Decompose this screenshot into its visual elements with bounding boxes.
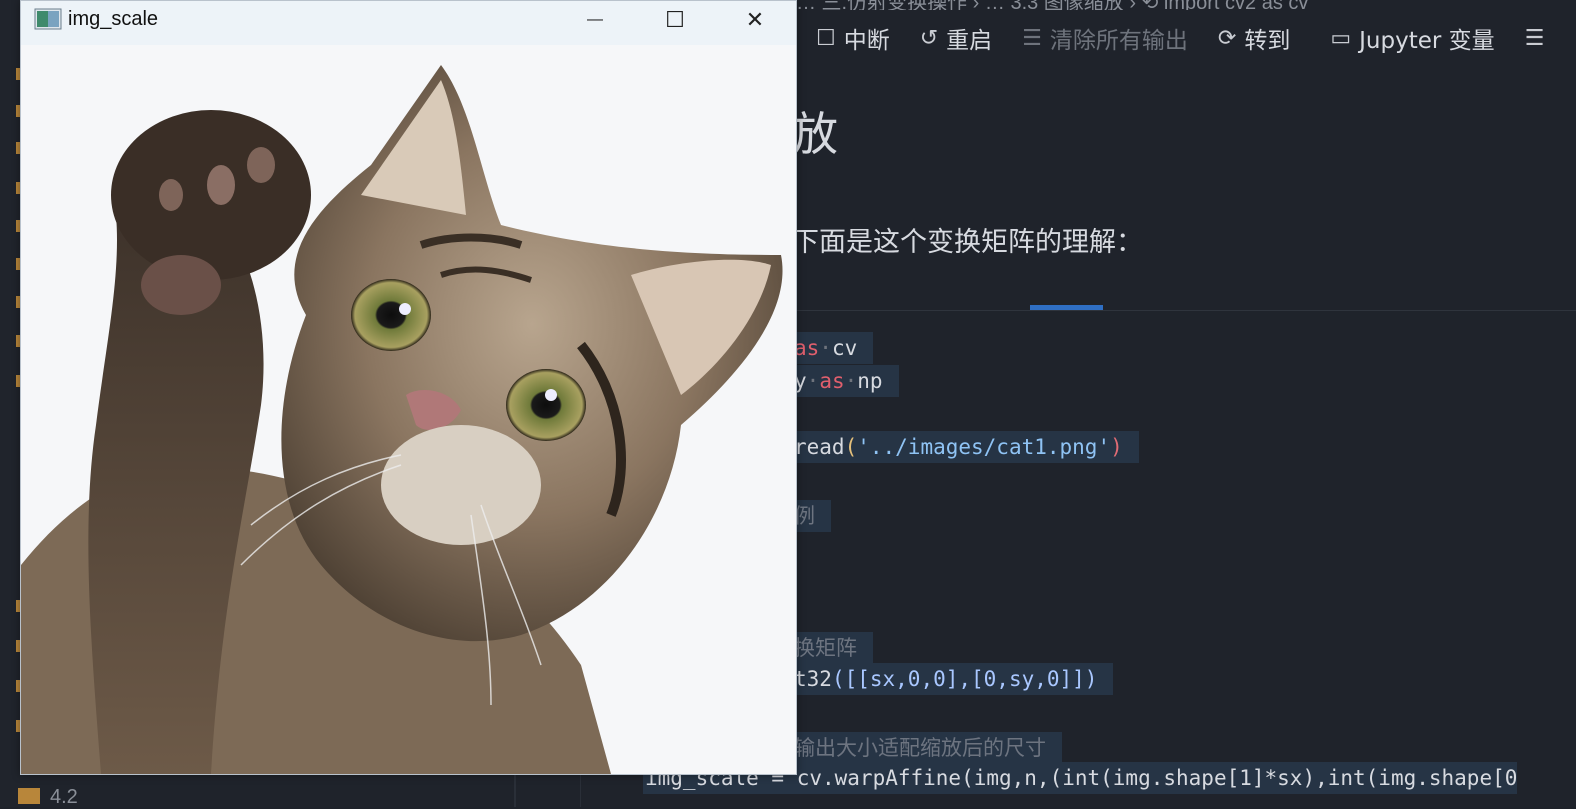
interrupt-label: 中断 — [843, 28, 890, 54]
code-text: read — [794, 435, 845, 459]
code-line[interactable]: as·cv — [792, 332, 874, 364]
code-line[interactable]: y·as·np — [792, 365, 899, 397]
goto-label: 转到 — [1244, 28, 1291, 54]
goto-icon: ⟳ — [1217, 25, 1237, 51]
outline-button[interactable]: ☰ — [1525, 26, 1553, 51]
maximize-icon: ☐ — [665, 7, 685, 32]
cell-focus-indicator — [1030, 305, 1103, 310]
close-button[interactable]: ✕ — [715, 1, 795, 39]
code-line[interactable]: read('../images/cat1.png') — [792, 431, 1139, 463]
breadcrumb[interactable]: … 三.仿射变换操作 › … 3.3 图像缩放 › ⟲ import cv2 a… — [796, 0, 1576, 10]
restart-label: 重启 — [946, 28, 993, 54]
image-display — [21, 45, 796, 774]
goto-button[interactable]: ⟳ 转到 — [1218, 21, 1290, 55]
code-text: ([[sx,0,0],[0,sy,0]]) — [831, 667, 1098, 691]
code-keyword: as — [794, 336, 820, 360]
notebook-toolbar: ☐ 中断 ↺ 重启 ☰ 清除所有输出 ⟳ 转到 ▭ Jupyter 变量 ☰ — [796, 15, 1576, 61]
jupyter-variables-label: Jupyter 变量 — [1359, 28, 1495, 54]
code-comment: 换矩阵 — [792, 632, 873, 664]
code-text: t32 — [794, 667, 832, 691]
variables-icon: ▭ — [1330, 25, 1352, 51]
code-keyword: as — [819, 369, 845, 393]
outline-icon: ☰ — [1524, 25, 1545, 51]
clear-icon: ☰ — [1022, 25, 1042, 51]
explorer-item-label[interactable]: 4.2 — [50, 786, 78, 809]
code-line[interactable]: t32([[sx,0,0],[0,sy,0]]) — [792, 663, 1114, 695]
minimize-icon: — — [587, 11, 603, 28]
code-line[interactable]: 输出大小适配缩放后的尺寸 — [792, 732, 1062, 764]
restart-icon: ↺ — [919, 25, 939, 51]
window-title: img_scale — [68, 8, 159, 30]
jupyter-variables-button[interactable]: ▭ Jupyter 变量 — [1330, 21, 1494, 55]
window-titlebar[interactable]: img_scale — ☐ ✕ — [21, 1, 796, 45]
code-text: np — [857, 369, 883, 393]
code-line[interactable]: 例 — [792, 500, 831, 532]
markdown-heading: 放 — [792, 107, 838, 161]
clear-outputs-button[interactable]: ☰ 清除所有输出 — [1022, 21, 1188, 55]
code-comment: 例 — [792, 500, 831, 532]
app-icon — [34, 8, 62, 30]
code-text: cv — [831, 336, 858, 360]
stop-icon: ☐ — [816, 25, 836, 51]
minimize-button[interactable]: — — [555, 1, 635, 39]
clear-outputs-label: 清除所有输出 — [1049, 28, 1188, 54]
code-comment: 输出大小适配缩放后的尺寸 — [792, 732, 1062, 764]
cell-separator — [796, 310, 1576, 311]
image-window[interactable]: img_scale — ☐ ✕ — [20, 0, 797, 775]
restart-button[interactable]: ↺ 重启 — [920, 21, 992, 55]
markdown-paragraph: 下面是这个变换矩阵的理解： — [792, 227, 1143, 258]
folder-icon — [18, 788, 40, 804]
code-string: '../images/cat1.png' — [857, 435, 1111, 459]
close-icon: ✕ — [745, 7, 765, 32]
cat-photo — [21, 65, 783, 774]
code-line[interactable]: 换矩阵 — [792, 632, 873, 664]
interrupt-button[interactable]: ☐ 中断 — [816, 21, 890, 55]
maximize-button[interactable]: ☐ — [635, 1, 715, 39]
